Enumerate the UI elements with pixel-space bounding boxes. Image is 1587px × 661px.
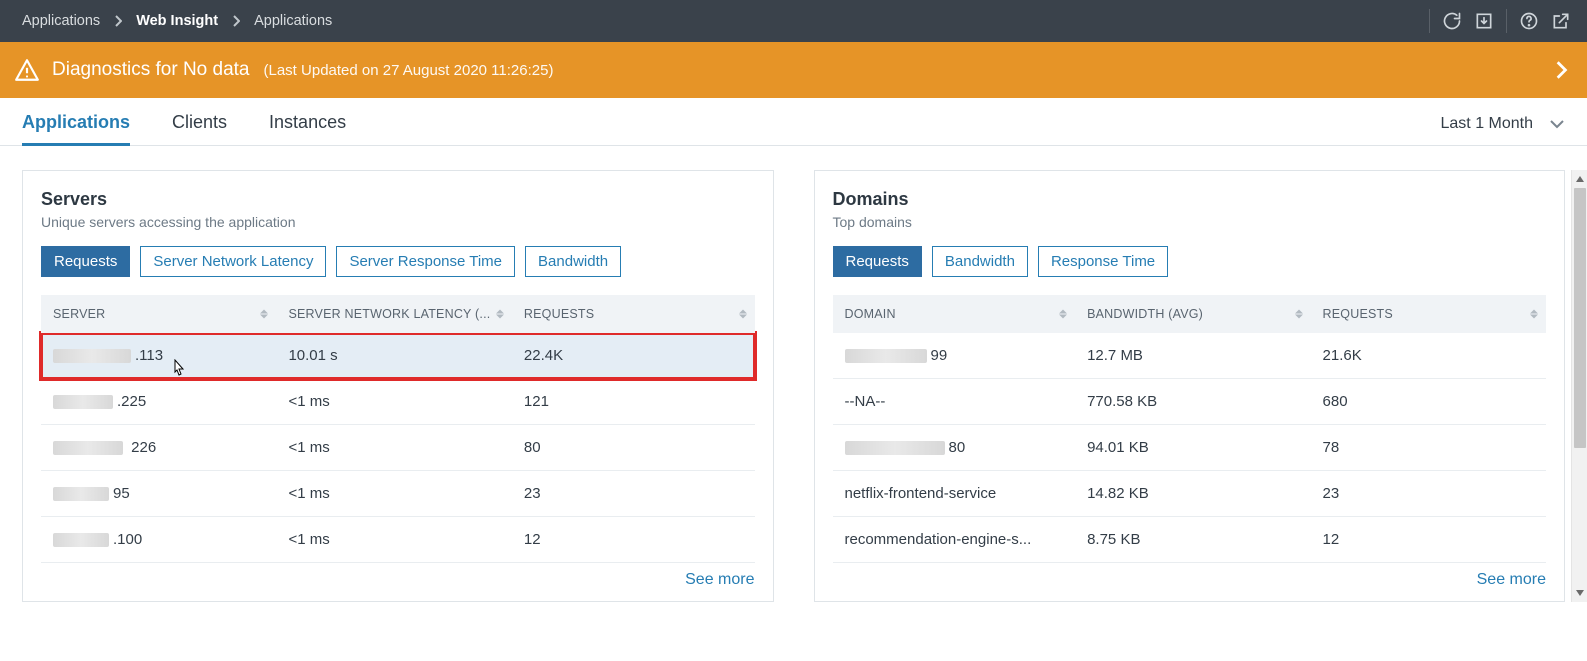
latency-cell: <1 ms xyxy=(276,517,511,563)
table-row[interactable]: .225<1 ms121 xyxy=(41,379,755,425)
requests-cell: 23 xyxy=(512,471,755,517)
domains-tab-requests[interactable]: Requests xyxy=(833,246,922,277)
table-row[interactable]: --NA--770.58 KB680 xyxy=(833,379,1547,425)
requests-cell: 21.6K xyxy=(1311,333,1546,379)
server-cell: .225 xyxy=(41,379,276,425)
table-row[interactable]: 8094.01 KB78 xyxy=(833,425,1547,471)
servers-metric-tabs: Requests Server Network Latency Server R… xyxy=(41,246,755,277)
subnav-tabs: Applications Clients Instances Last 1 Mo… xyxy=(0,98,1587,146)
domains-tab-response-time[interactable]: Response Time xyxy=(1038,246,1168,277)
chevron-right-icon xyxy=(232,15,240,27)
domain-cell: netflix-frontend-service xyxy=(833,471,1076,517)
servers-card-title: Servers xyxy=(41,189,755,210)
domains-col-bandwidth[interactable]: BANDWIDTH (AVG) xyxy=(1075,295,1310,333)
latency-cell: 10.01 s xyxy=(276,333,511,379)
server-cell: 226 xyxy=(41,425,276,471)
requests-cell: 121 xyxy=(512,379,755,425)
refresh-icon[interactable] xyxy=(1436,5,1468,37)
servers-tab-requests[interactable]: Requests xyxy=(41,246,130,277)
server-cell: .100 xyxy=(41,517,276,563)
server-cell: 95 xyxy=(41,471,276,517)
table-row[interactable]: 9912.7 MB21.6K xyxy=(833,333,1547,379)
domains-tab-bandwidth[interactable]: Bandwidth xyxy=(932,246,1028,277)
topbar-separator xyxy=(1506,9,1507,33)
domains-card: Domains Top domains Requests Bandwidth R… xyxy=(814,170,1566,602)
bandwidth-cell: 8.75 KB xyxy=(1075,517,1310,563)
domains-see-more[interactable]: See more xyxy=(833,571,1547,589)
domains-col-requests[interactable]: REQUESTS xyxy=(1311,295,1546,333)
requests-cell: 78 xyxy=(1311,425,1546,471)
domains-card-title: Domains xyxy=(833,189,1547,210)
bandwidth-cell: 14.82 KB xyxy=(1075,471,1310,517)
table-row[interactable]: netflix-frontend-service14.82 KB23 xyxy=(833,471,1547,517)
table-row[interactable]: 226<1 ms80 xyxy=(41,425,755,471)
requests-cell: 80 xyxy=(512,425,755,471)
breadcrumb: Applications Web Insight Applications xyxy=(22,13,332,29)
chevron-right-icon[interactable] xyxy=(1547,56,1575,84)
scroll-up-icon[interactable] xyxy=(1572,170,1587,188)
chevron-down-icon xyxy=(1549,118,1565,130)
table-row[interactable]: recommendation-engine-s...8.75 KB12 xyxy=(833,517,1547,563)
domains-col-domain[interactable]: DOMAIN xyxy=(833,295,1076,333)
servers-tab-bandwidth[interactable]: Bandwidth xyxy=(525,246,621,277)
content-area: Servers Unique servers accessing the app… xyxy=(0,146,1587,612)
requests-cell: 12 xyxy=(1311,517,1546,563)
bandwidth-cell: 94.01 KB xyxy=(1075,425,1310,471)
servers-card-subtitle: Unique servers accessing the application xyxy=(41,214,755,230)
page-scrollbar[interactable] xyxy=(1571,170,1587,602)
breadcrumb-item-applications-leaf[interactable]: Applications xyxy=(254,13,332,29)
servers-col-latency[interactable]: SERVER NETWORK LATENCY (... xyxy=(276,295,511,333)
breadcrumb-item-applications[interactable]: Applications xyxy=(22,13,100,29)
domain-cell: recommendation-engine-s... xyxy=(833,517,1076,563)
latency-cell: <1 ms xyxy=(276,471,511,517)
requests-cell: 23 xyxy=(1311,471,1546,517)
requests-cell: 12 xyxy=(512,517,755,563)
tab-applications[interactable]: Applications xyxy=(22,112,130,145)
open-external-icon[interactable] xyxy=(1545,5,1577,37)
top-bar: Applications Web Insight Applications xyxy=(0,0,1587,42)
servers-col-server[interactable]: SERVER xyxy=(41,295,276,333)
domain-cell: --NA-- xyxy=(833,379,1076,425)
domains-card-subtitle: Top domains xyxy=(833,214,1547,230)
topbar-separator xyxy=(1429,9,1430,33)
banner-title: Diagnostics for No data xyxy=(52,59,250,81)
scrollbar-thumb[interactable] xyxy=(1574,188,1586,448)
tab-instances[interactable]: Instances xyxy=(269,112,346,145)
breadcrumb-item-web-insight[interactable]: Web Insight xyxy=(136,13,218,29)
domains-metric-tabs: Requests Bandwidth Response Time xyxy=(833,246,1547,277)
diagnostics-banner[interactable]: Diagnostics for No data (Last Updated on… xyxy=(0,42,1587,98)
requests-cell: 22.4K xyxy=(512,333,755,379)
servers-tab-response-time[interactable]: Server Response Time xyxy=(336,246,515,277)
warning-icon xyxy=(14,57,40,83)
help-icon[interactable] xyxy=(1513,5,1545,37)
servers-card: Servers Unique servers accessing the app… xyxy=(22,170,774,602)
latency-cell: <1 ms xyxy=(276,379,511,425)
tab-clients[interactable]: Clients xyxy=(172,112,227,145)
servers-col-requests[interactable]: REQUESTS xyxy=(512,295,755,333)
domain-cell: 80 xyxy=(833,425,1076,471)
servers-table: SERVER SERVER NETWORK LATENCY (... REQUE… xyxy=(41,295,755,563)
bandwidth-cell: 12.7 MB xyxy=(1075,333,1310,379)
download-icon[interactable] xyxy=(1468,5,1500,37)
table-row[interactable]: .11310.01 s22.4K xyxy=(41,333,755,379)
server-cell: .113 xyxy=(41,333,276,379)
scroll-down-icon[interactable] xyxy=(1572,584,1587,602)
requests-cell: 680 xyxy=(1311,379,1546,425)
domains-table: DOMAIN BANDWIDTH (AVG) REQUESTS 9912.7 M… xyxy=(833,295,1547,563)
time-range-label: Last 1 Month xyxy=(1441,115,1534,133)
servers-see-more[interactable]: See more xyxy=(41,571,755,589)
topbar-actions xyxy=(1423,5,1577,37)
table-row[interactable]: .100<1 ms12 xyxy=(41,517,755,563)
chevron-right-icon xyxy=(114,15,122,27)
time-range-select[interactable]: Last 1 Month xyxy=(1441,115,1566,143)
servers-tab-network-latency[interactable]: Server Network Latency xyxy=(140,246,326,277)
table-row[interactable]: 95<1 ms23 xyxy=(41,471,755,517)
banner-meta: (Last Updated on 27 August 2020 11:26:25… xyxy=(264,62,554,79)
latency-cell: <1 ms xyxy=(276,425,511,471)
domain-cell: 99 xyxy=(833,333,1076,379)
bandwidth-cell: 770.58 KB xyxy=(1075,379,1310,425)
